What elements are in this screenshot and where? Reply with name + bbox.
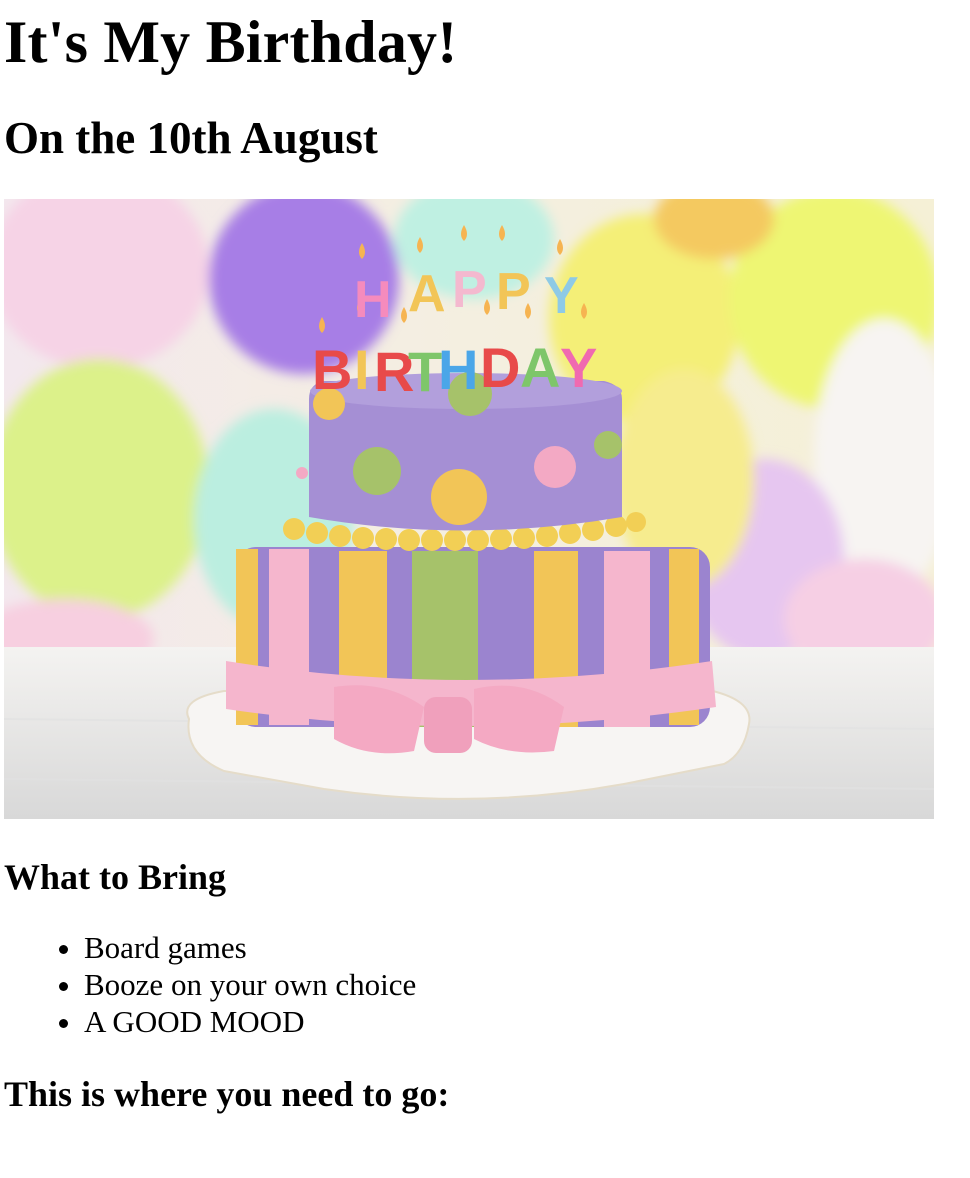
- page-title: It's My Birthday!: [4, 9, 458, 75]
- bring-heading: What to Bring: [4, 857, 227, 897]
- list-item: Booze on your own choice: [84, 966, 966, 1003]
- svg-text:Y: Y: [560, 336, 597, 399]
- svg-text:B: B: [312, 338, 352, 401]
- svg-text:H: H: [438, 338, 478, 401]
- svg-text:P: P: [496, 263, 531, 321]
- birthday-cake-image: H A P P Y B I R T H D A Y: [4, 199, 934, 819]
- svg-text:D: D: [480, 336, 520, 399]
- svg-text:H: H: [354, 271, 392, 329]
- svg-text:I: I: [354, 338, 370, 401]
- svg-text:A: A: [520, 336, 560, 399]
- svg-text:A: A: [408, 265, 446, 323]
- location-heading: This is where you need to go:: [4, 1074, 450, 1114]
- svg-text:Y: Y: [544, 267, 579, 325]
- svg-text:P: P: [452, 261, 487, 319]
- event-date: On the 10th August: [4, 113, 378, 163]
- list-item: Board games: [84, 929, 966, 966]
- page-content: It's My Birthday! On the 10th August H A…: [0, 0, 970, 1112]
- list-item: A GOOD MOOD: [84, 1003, 966, 1040]
- bring-list: Board games Booze on your own choice A G…: [4, 895, 966, 1040]
